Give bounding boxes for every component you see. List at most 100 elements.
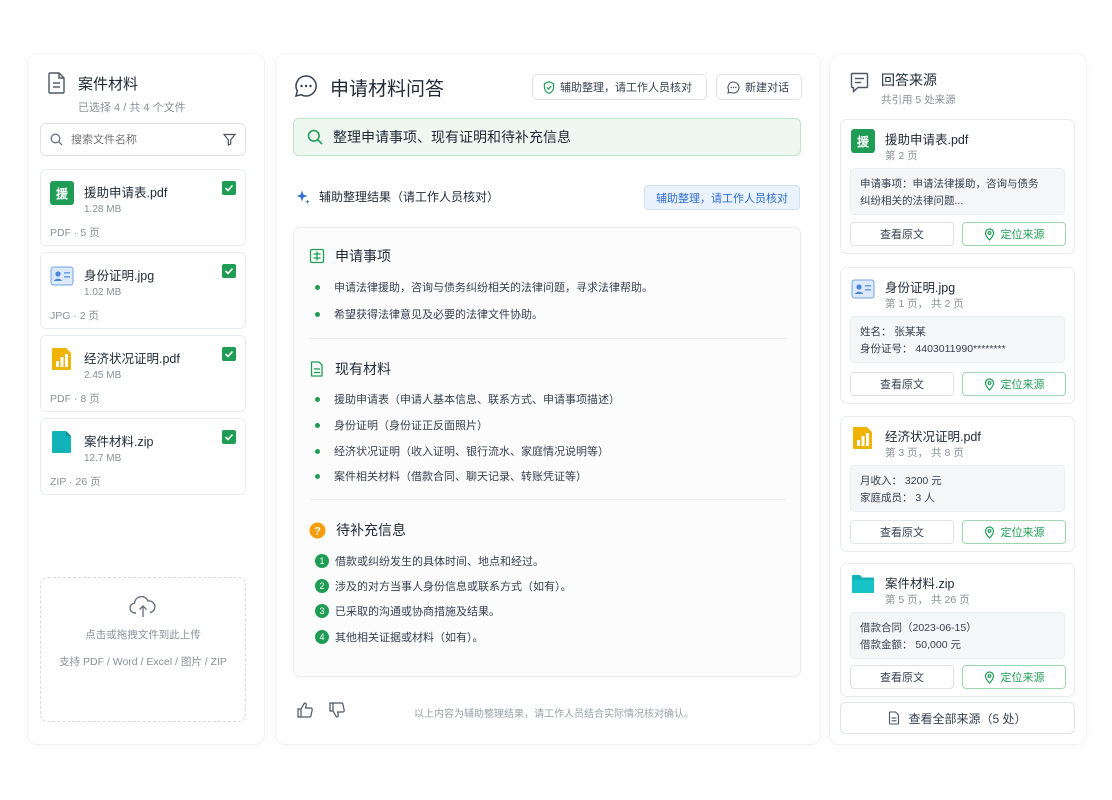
document-icon [48,72,65,94]
materials-title: 案件材料 [78,76,139,93]
check-icon [224,184,234,192]
query-text: 整理申请事项、现有证明和待补充信息 [333,129,571,145]
folder-icon [851,573,875,598]
section-title-text: 现有材料 [335,361,391,377]
form-icon [309,248,325,264]
map-pin-icon [984,227,994,241]
pending-item: 4 其他相关证据或材料（如有）。 [315,629,484,645]
new-chat-button[interactable]: 新建对话 [716,74,802,100]
source-name: 案件材料.zip [885,577,955,591]
review-badge: 辅助整理，请工作人员核对 [644,185,800,210]
materials-count: 已选择 4 / 共 4 个文件 [78,102,186,114]
document-list-icon [310,361,323,377]
divider [309,338,787,339]
materials-panel: 案件材料 已选择 4 / 共 4 个文件 援 援助申请表.pdf 1.28 MB… [28,54,264,744]
file-card-financial-proof[interactable]: 经济状况证明.pdf 2.45 MB PDF · 8 页 [40,335,246,412]
divider [309,499,787,500]
question-circle-icon: ? [309,522,326,538]
file-name: 经济状况证明.pdf [84,352,180,366]
material-item: 经济状况证明（收入证明、银行流水、家庭情况说明等） [315,443,609,459]
source-excerpt: 申请事项：申请法律援助，咨询与债务 纠纷相关的法律问题... [850,168,1065,215]
view-all-sources-button[interactable]: 查看全部来源（5 处） [840,702,1075,734]
view-original-button[interactable]: 查看原文 [850,665,954,689]
upload-dropzone[interactable]: 点击或拖拽文件到此上传 支持 PDF / Word / Excel / 图片 /… [40,577,246,722]
file-card-id-proof[interactable]: 身份证明.jpg 1.02 MB JPG · 2 页 [40,252,246,329]
view-original-button[interactable]: 查看原文 [850,222,954,246]
source-name: 身份证明.jpg [885,281,956,295]
pending-item: 3 已采取的沟通或协商措施及结果。 [315,603,500,619]
map-pin-icon [984,525,994,539]
upload-formats: 支持 PDF / Word / Excel / 图片 / ZIP [59,656,227,668]
shield-check-icon [543,80,555,94]
request-item: 申请法律援助，咨询与债务纠纷相关的法律问题，寻求法律帮助。 [315,279,653,295]
file-checkbox[interactable] [222,430,236,444]
chat-bubble-icon [294,75,317,98]
sources-panel: 回答来源 共引用 5 处来源 援 援助申请表.pdf 第 2 页 申请事项：申请… [830,54,1086,744]
section-pending-title: ? 待补充信息 [309,520,406,540]
request-item: 希望获得法律意见及必要的法律文件协助。 [315,306,543,322]
file-name: 援助申请表.pdf [84,186,168,200]
locate-source-button[interactable]: 定位来源 [962,665,1066,689]
message-square-icon [850,72,869,93]
locate-source-button[interactable]: 定位来源 [962,222,1066,246]
svg-text:?: ? [314,525,321,537]
section-title-text: 待补充信息 [336,522,406,538]
source-page: 第 2 页 [885,150,918,162]
file-size: 1.28 MB [84,204,122,215]
material-item: 援助申请表（申请人基本信息、联系方式、申请事项描述） [315,391,620,407]
source-page: 第 1 页， 共 2 页 [885,298,964,310]
search-icon [307,129,323,145]
view-original-button[interactable]: 查看原文 [850,520,954,544]
sources-count: 共引用 5 处来源 [881,94,956,106]
search-icon [50,133,63,146]
file-checkbox[interactable] [222,181,236,195]
source-excerpt: 月收入： 3200 元家庭成员： 3 人 [850,465,1065,512]
chat-plus-icon [727,80,740,94]
file-meta: PDF · 8 页 [50,393,100,405]
file-checkbox[interactable] [222,347,236,361]
locate-source-button[interactable]: 定位来源 [962,520,1066,544]
sparkle-icon [296,190,310,204]
pdf-green-icon: 援 [851,129,875,153]
qa-panel: 申请材料问答 辅助整理，请工作人员核对 新建对话 整理申请事项、现有证明和待补充… [276,54,820,744]
section-materials-title: 现有材料 [309,359,391,379]
file-meta: JPG · 2 页 [50,310,100,322]
file-meta: PDF · 5 页 [50,227,100,239]
check-icon [224,433,234,441]
sources-title: 回答来源 [881,72,937,88]
bar-chart-file-icon [851,426,875,453]
file-checkbox[interactable] [222,264,236,278]
document-icon [889,711,900,725]
source-card-financial-proof: 经济状况证明.pdf 第 3 页， 共 8 页 月收入： 3200 元家庭成员：… [840,416,1075,552]
aux-organize-button[interactable]: 辅助整理，请工作人员核对 [532,74,707,100]
cloud-upload-icon [129,595,156,617]
check-icon [224,350,234,358]
file-search-input[interactable] [71,133,215,146]
map-pin-icon [984,377,994,391]
source-card-case-zip: 案件材料.zip 第 5 页， 共 26 页 借款合同（2023-06-15）借… [840,563,1075,697]
id-card-icon [851,277,875,304]
view-original-button[interactable]: 查看原文 [850,372,954,396]
user-query: 整理申请事项、现有证明和待补充信息 [293,118,801,156]
thumbs-up-icon[interactable] [297,702,314,718]
file-size: 1.02 MB [84,287,122,298]
source-name: 经济状况证明.pdf [885,430,981,444]
locate-source-button[interactable]: 定位来源 [962,372,1066,396]
disclaimer-text: 以上内容为辅助整理结果，请工作人员结合实际情况核对确认。 [414,709,694,720]
file-search [40,123,246,156]
section-title-text: 申请事项 [335,248,391,264]
source-name: 援助申请表.pdf [885,133,969,147]
file-card-aid-application[interactable]: 援 援助申请表.pdf 1.28 MB PDF · 5 页 [40,169,246,246]
pending-item: 2 涉及的对方当事人身份信息或联系方式（如有）。 [315,578,572,594]
page-title: 申请材料问答 [330,79,445,100]
thumbs-down-icon[interactable] [329,702,346,718]
file-card-case-zip[interactable]: 案件材料.zip 12.7 MB ZIP · 26 页 [40,418,246,495]
filter-icon[interactable] [223,133,236,146]
file-size: 2.45 MB [84,370,122,381]
file-name: 身份证明.jpg [84,269,155,283]
result-content: 申请事项 申请法律援助，咨询与债务纠纷相关的法律问题，寻求法律帮助。 希望获得法… [293,227,801,677]
material-item: 身份证明（身份证正反面照片） [315,417,488,433]
pending-item: 1 借款或纠纷发生的具体时间、地点和经过。 [315,553,544,569]
check-icon [224,267,234,275]
result-header: 辅助整理结果（请工作人员核对） [295,188,499,205]
